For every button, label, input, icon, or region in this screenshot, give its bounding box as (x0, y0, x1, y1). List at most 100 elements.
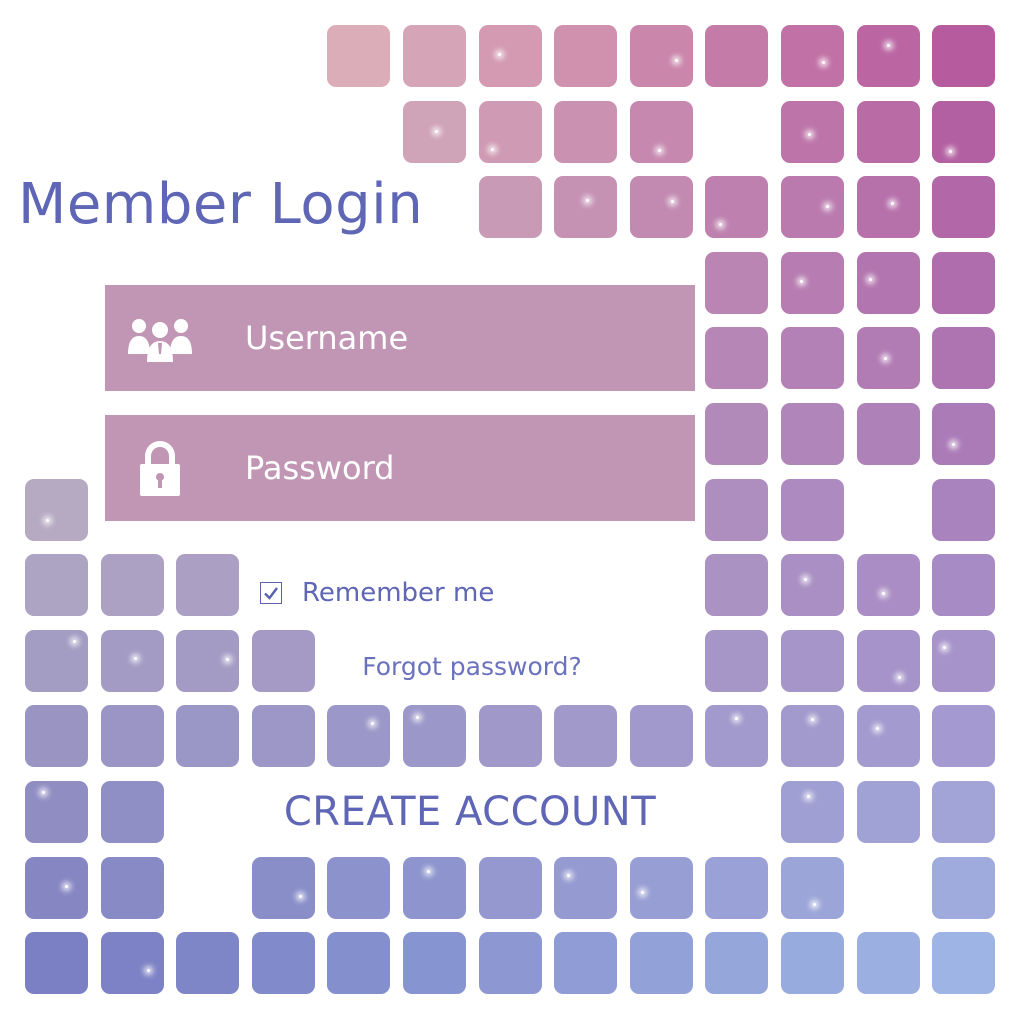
password-input[interactable] (243, 437, 677, 499)
mosaic-tile (251, 705, 315, 768)
sparkle (674, 58, 678, 62)
remember-checkbox[interactable] (260, 582, 282, 604)
mosaic-tile (25, 932, 88, 995)
sparkle (868, 278, 872, 282)
mosaic-tile (705, 176, 769, 239)
mosaic-tile (932, 932, 996, 995)
mosaic-tile (856, 327, 920, 390)
page-title: Member Login (18, 168, 432, 242)
mosaic-tile (629, 856, 693, 919)
mosaic-tile (176, 705, 240, 768)
mosaic-tile (705, 327, 769, 390)
mosaic-tile (403, 932, 466, 995)
mosaic-tile (856, 629, 920, 692)
sparkle (812, 902, 816, 906)
users-icon (125, 311, 195, 367)
mosaic-tile (932, 100, 996, 163)
mosaic-tile (932, 251, 996, 314)
sparkle (807, 132, 811, 136)
mosaic-tile (403, 856, 466, 919)
sparkle (225, 658, 229, 662)
mosaic-tile (932, 856, 996, 919)
mosaic-tile (478, 25, 542, 87)
mosaic-tile (176, 629, 240, 692)
remember-me[interactable]: Remember me (246, 562, 546, 624)
mosaic-tile (554, 176, 618, 239)
remember-me-label: Remember me (302, 578, 495, 608)
sparkle (65, 884, 69, 888)
mosaic-tile (100, 932, 164, 995)
mosaic-tile (100, 856, 164, 919)
mosaic-tile (781, 176, 844, 239)
mosaic-tile (327, 25, 391, 87)
mosaic-tile (554, 25, 618, 87)
mosaic-tile (25, 856, 88, 919)
mosaic-tile (856, 781, 920, 843)
lock-icon (125, 441, 195, 497)
mosaic-tile (478, 176, 542, 239)
mosaic-tile (781, 251, 844, 314)
mosaic-tile (856, 932, 920, 995)
mosaic-tile (781, 554, 844, 617)
password-field[interactable] (105, 415, 695, 521)
mosaic-tile (176, 932, 240, 995)
mosaic-tile (705, 25, 769, 87)
mosaic-tile (403, 705, 466, 768)
mosaic-tile (781, 327, 844, 390)
mosaic-tile (781, 25, 844, 87)
mosaic-tile (932, 781, 996, 843)
forgot-password-link[interactable]: Forgot password? (322, 634, 622, 698)
mosaic-tile (25, 478, 88, 541)
mosaic-tile (554, 100, 618, 163)
mosaic-tile (705, 403, 769, 465)
mosaic-tile (629, 25, 693, 87)
mosaic-tile (629, 100, 693, 163)
mosaic-tile (781, 705, 844, 768)
mosaic-tile (781, 403, 844, 465)
mosaic-tile (856, 705, 920, 768)
mosaic-tile (25, 705, 88, 768)
mosaic-tile (25, 781, 88, 843)
mosaic-tile (856, 100, 920, 163)
mosaic-tile (705, 554, 769, 617)
mosaic-tile (781, 781, 844, 843)
mosaic-tile (251, 629, 315, 692)
mosaic-tile (25, 629, 88, 692)
mosaic-tile (781, 856, 844, 919)
mosaic-tile (100, 629, 164, 692)
sparkle (810, 717, 814, 721)
mosaic-tile (403, 25, 466, 87)
mosaic-tile (629, 705, 693, 768)
mosaic-tile (176, 554, 240, 617)
sparkle (640, 890, 644, 894)
create-account-button[interactable]: CREATE ACCOUNT (170, 777, 770, 847)
mosaic-tile (781, 100, 844, 163)
username-input[interactable] (243, 307, 677, 369)
sparkle (657, 148, 661, 152)
mosaic-tile (327, 932, 391, 995)
mosaic-tile (856, 251, 920, 314)
mosaic-tile (856, 403, 920, 465)
mosaic-tile (705, 629, 769, 692)
mosaic-tile (100, 705, 164, 768)
mosaic-tile (932, 176, 996, 239)
mosaic-tile (781, 932, 844, 995)
mosaic-tile (554, 932, 618, 995)
username-field[interactable] (105, 285, 695, 391)
mosaic-tile (705, 856, 769, 919)
mosaic-tile (554, 705, 618, 768)
mosaic-tile (932, 327, 996, 390)
mosaic-tile (327, 705, 391, 768)
mosaic-tile (705, 251, 769, 314)
mosaic-tile (327, 856, 391, 919)
mosaic-tile (629, 932, 693, 995)
mosaic-tile (932, 478, 996, 541)
sparkle (566, 874, 570, 878)
mosaic-tile (478, 856, 542, 919)
sparkle (41, 791, 45, 795)
sparkle (718, 223, 722, 227)
mosaic-tile (629, 176, 693, 239)
mosaic-tile (856, 176, 920, 239)
mosaic-tile (705, 478, 769, 541)
sparkle (490, 148, 494, 152)
